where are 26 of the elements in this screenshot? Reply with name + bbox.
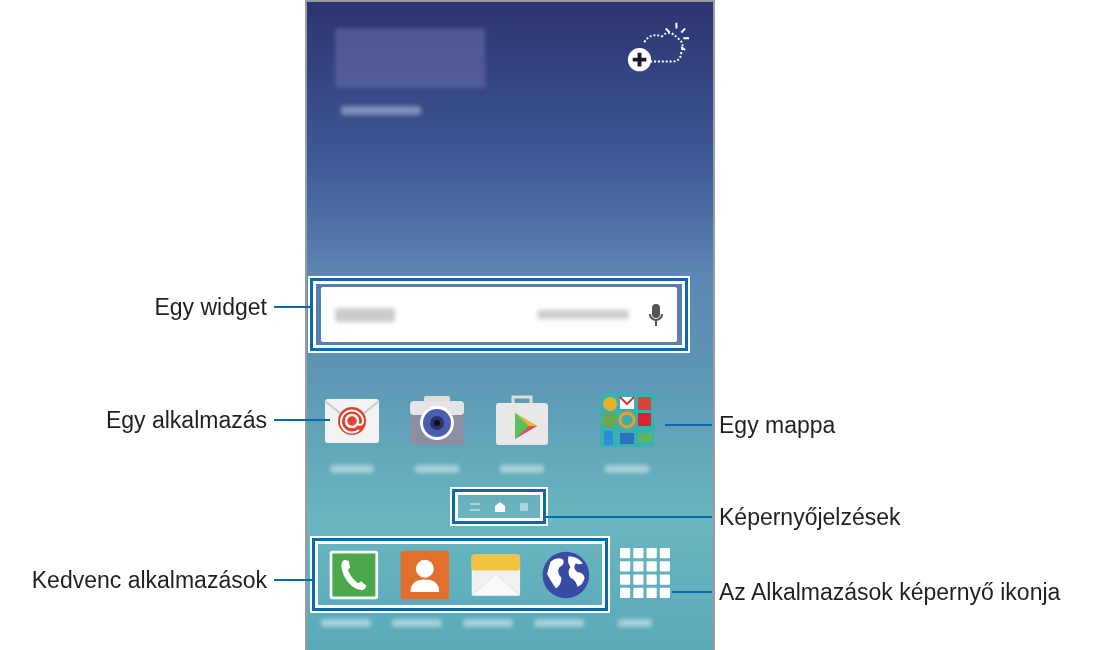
leader-line (665, 424, 712, 426)
callout-label: Egy widget (154, 292, 267, 322)
leader-line (672, 591, 712, 593)
blurred-label-drawing (605, 465, 649, 473)
blurred-label-drawing (330, 465, 374, 473)
callout-label: Képernyőjelzések (719, 502, 901, 532)
callout-label: Egy alkalmazás (105, 405, 267, 435)
blurred-label-drawing (534, 619, 584, 627)
blurred-label-drawing (500, 465, 544, 473)
blurred-label-drawing (463, 619, 513, 627)
page-indicator-icon[interactable] (519, 502, 528, 511)
blurred-label-drawing (321, 619, 371, 627)
callout-label: Kedvenc alkalmazások (31, 565, 267, 595)
callout-label: Egy mappa (719, 410, 836, 440)
briefing-indicator-icon[interactable] (470, 502, 481, 511)
blurred-logo-drawing (335, 307, 395, 322)
app-grid-icon[interactable] (620, 548, 670, 598)
leader-line (274, 419, 330, 421)
home-indicator-icon[interactable] (495, 501, 505, 512)
microphone-icon (649, 303, 663, 326)
app-folder-icon[interactable] (598, 391, 656, 449)
blurred-label-drawing (618, 619, 652, 627)
blurred-label-drawing (415, 465, 459, 473)
blurred-label-drawing (392, 619, 442, 627)
callout-label: Az Alkalmazások képernyő ikonja (719, 577, 1061, 607)
leader-line (274, 306, 310, 308)
